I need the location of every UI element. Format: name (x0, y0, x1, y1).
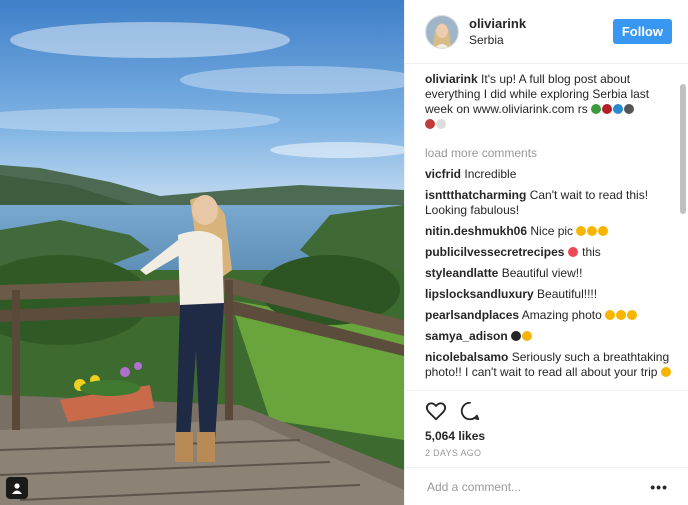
ok-hand-emoji-icon (587, 226, 598, 236)
comment-icon[interactable] (459, 400, 481, 422)
wine-emoji-icon (602, 104, 613, 114)
heart-eyes-emoji-icon (605, 310, 616, 320)
comment-text: Nice pic (530, 224, 574, 238)
comment-item: styleandlatte Beautiful view!! (425, 266, 674, 281)
likes-count[interactable]: 5,064 likes (425, 429, 668, 443)
tree-emoji-icon (591, 104, 602, 114)
thumbs-up-emoji-icon (598, 226, 609, 236)
comment-item: pearlsandplaces Amazing photo (425, 308, 674, 323)
author-username[interactable]: oliviarink (469, 16, 613, 32)
comment-username[interactable]: styleandlatte (425, 266, 498, 280)
heart-icon[interactable] (425, 400, 447, 422)
follow-button[interactable]: Follow (612, 19, 672, 44)
ok-hand-emoji-icon (576, 226, 587, 236)
female-sign-icon (436, 119, 446, 129)
comment-text: this (582, 245, 601, 259)
action-icons (425, 397, 668, 425)
comment-item: vicfrid Incredible (425, 167, 674, 182)
comment-username[interactable]: publicilvessecretrecipes (425, 245, 564, 259)
comment-item: nicolebalsamo Seriously such a breathtak… (425, 350, 674, 380)
black-heart-emoji-icon (511, 331, 522, 341)
post-timestamp: 2 DAYS AGO (425, 448, 482, 458)
heart-eyes-emoji-icon (522, 331, 533, 341)
comments-scrollbar[interactable] (680, 84, 686, 214)
comment-text: Incredible (464, 167, 517, 181)
post-header: oliviarink Serbia Follow (405, 0, 688, 64)
comment-item: publicilvessecretrecipes this (425, 245, 674, 260)
comment-text: Amazing photo (521, 308, 602, 322)
comment-item: samya_adison (425, 329, 674, 344)
heart-eyes-emoji-icon (660, 367, 671, 377)
heart-emoji-icon (567, 247, 578, 257)
globe-emoji-icon (613, 104, 624, 114)
add-comment-input[interactable] (425, 478, 651, 495)
post-sidebar: oliviarink Serbia Follow oliviarink It's… (404, 0, 688, 505)
comment-username[interactable]: pearlsandplaces (425, 308, 519, 322)
avatar[interactable] (425, 14, 459, 49)
comment-item: isnttthatcharming Can't wait to read thi… (425, 188, 674, 218)
post-actions: 5,064 likes 2 DAYS AGO (405, 390, 688, 458)
user-tag-button[interactable] (6, 477, 28, 499)
comment-text: Beautiful!!!! (537, 287, 598, 301)
runner-emoji-icon (425, 119, 435, 129)
post-author: oliviarink Serbia (469, 16, 613, 48)
comment-username[interactable]: samya_adison (425, 329, 508, 343)
comment-username[interactable]: vicfrid (425, 167, 461, 181)
comments-list[interactable]: oliviarink It's up! A full blog post abo… (425, 72, 674, 384)
heart-eyes-emoji-icon (627, 310, 638, 320)
post-photo[interactable] (0, 0, 404, 505)
caption-username[interactable]: oliviarink (425, 72, 478, 86)
post-caption: oliviarink It's up! A full blog post abo… (425, 72, 674, 132)
comment-username[interactable]: nitin.deshmukh06 (425, 224, 527, 238)
comment-item: lipslocksandluxury Beautiful!!!! (425, 287, 674, 302)
ship-emoji-icon (624, 104, 635, 114)
comment-username[interactable]: lipslocksandluxury (425, 287, 534, 301)
comment-username[interactable]: nicolebalsamo (425, 350, 508, 364)
post-location[interactable]: Serbia (469, 32, 613, 48)
add-comment-bar: ••• (405, 467, 688, 505)
user-tag-icon (12, 483, 22, 494)
comment-text: Beautiful view!! (501, 266, 583, 280)
post-photo-image (0, 0, 404, 505)
load-more-comments[interactable]: load more comments (425, 146, 674, 161)
comment-username[interactable]: isnttthatcharming (425, 188, 526, 202)
caption-suffix: rs (577, 102, 588, 116)
comment-item: nitin.deshmukh06 Nice pic (425, 224, 674, 239)
heart-eyes-emoji-icon (616, 310, 627, 320)
post-modal: oliviarink Serbia Follow oliviarink It's… (0, 0, 688, 505)
more-options-icon[interactable]: ••• (650, 479, 668, 495)
